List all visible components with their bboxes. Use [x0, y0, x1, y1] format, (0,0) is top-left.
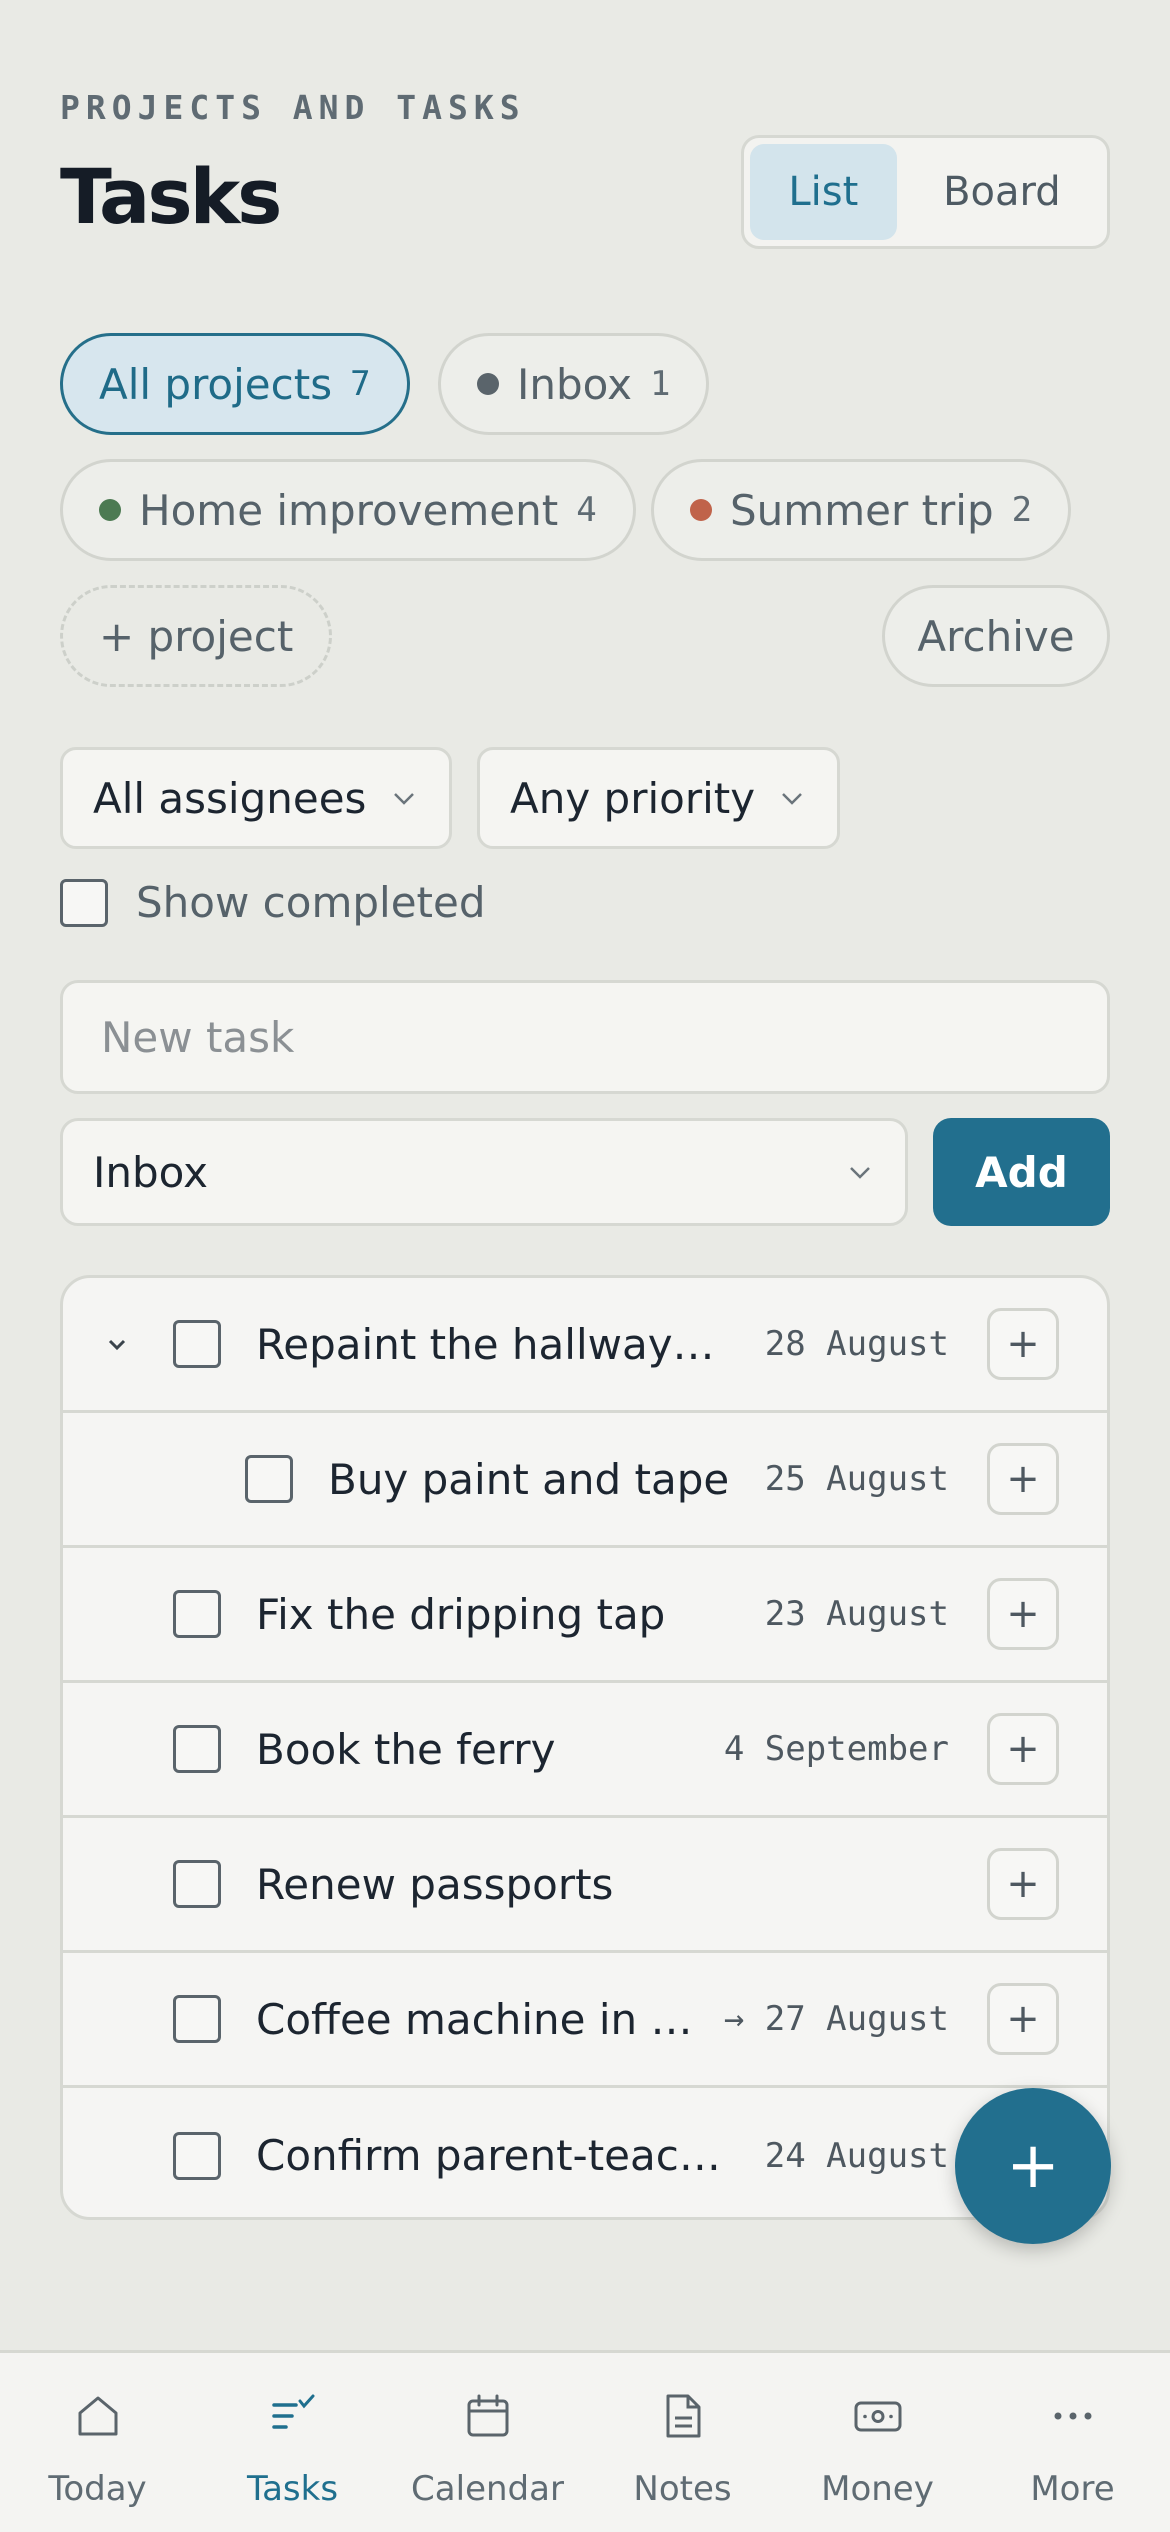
task-checkbox[interactable]	[173, 1860, 221, 1908]
calendar-icon	[467, 2394, 509, 2437]
tab-tasks[interactable]: Tasks	[195, 2353, 390, 2532]
task-due-date: 4 September	[723, 1729, 949, 1769]
tab-calendar[interactable]: Calendar	[390, 2353, 585, 2532]
assignee-filter-value: All assignees	[93, 773, 367, 823]
tab-money[interactable]: Money	[780, 2353, 975, 2532]
task-checkbox[interactable]	[173, 1725, 221, 1773]
task-due-date: 28 August	[764, 1324, 949, 1364]
collapse-chevron-icon[interactable]	[97, 1324, 137, 1364]
home-icon	[78, 2396, 118, 2436]
task-due-date: 25 August	[764, 1459, 949, 1499]
view-board-button[interactable]: Board	[903, 144, 1101, 240]
task-checkbox[interactable]	[173, 1995, 221, 2043]
task-checkbox[interactable]	[173, 2131, 221, 2180]
show-completed-checkbox[interactable]	[60, 878, 108, 927]
task-row[interactable]: Book the ferry 4 September +	[63, 1683, 1107, 1818]
project-chip-label: Inbox	[517, 359, 632, 409]
task-checkbox[interactable]	[245, 1455, 293, 1503]
assignee-filter[interactable]: All assignees	[60, 747, 452, 849]
add-subtask-button[interactable]: +	[987, 1713, 1059, 1785]
archive-button[interactable]: Archive	[882, 585, 1110, 687]
project-chip-label: Home improvement	[139, 485, 559, 535]
project-chip-label: Summer trip	[730, 485, 994, 535]
more-icon	[1054, 2412, 1092, 2420]
tab-notes[interactable]: Notes	[585, 2353, 780, 2532]
tab-label: Calendar	[411, 2469, 564, 2509]
show-completed-label: Show completed	[136, 878, 486, 927]
add-subtask-button[interactable]: +	[987, 1578, 1059, 1650]
task-project-select-value: Inbox	[93, 1147, 208, 1197]
tab-label: Tasks	[246, 2469, 339, 2509]
project-chip-label: All projects	[99, 359, 333, 409]
task-row[interactable]: Fix the dripping tap 23 August +	[63, 1548, 1107, 1683]
tab-today[interactable]: Today	[0, 2353, 195, 2532]
task-list: Repaint the hallway… 28 August + Buy pai…	[60, 1275, 1110, 2220]
view-list-button[interactable]: List	[750, 144, 897, 240]
add-project-button[interactable]: + project	[60, 585, 333, 687]
task-row[interactable]: Buy paint and tape 25 August +	[63, 1413, 1107, 1548]
task-project-select[interactable]: Inbox	[60, 1118, 908, 1226]
chevron-down-icon	[782, 793, 802, 805]
chevron-down-icon	[394, 793, 414, 805]
notes-icon	[666, 2394, 701, 2438]
add-subtask-button[interactable]: +	[987, 1848, 1059, 1920]
task-row[interactable]: Confirm parent-teac… 24 August	[63, 2088, 1107, 2217]
task-due-date: → 27 August	[723, 1999, 949, 2039]
task-name[interactable]: Confirm parent-teac…	[256, 2131, 721, 2180]
add-task-button[interactable]: Add	[933, 1118, 1110, 1226]
project-chip-count: 1	[649, 364, 671, 404]
tasks-icon	[272, 2394, 315, 2429]
priority-filter[interactable]: Any priority	[477, 747, 840, 849]
bottom-tab-bar: Today Tasks Calendar Notes Money More	[0, 2350, 1170, 2532]
project-chip-home-improvement[interactable]: Home improvement 4	[60, 459, 636, 561]
task-name[interactable]: Fix the dripping tap	[256, 1590, 665, 1639]
project-chip-count: 7	[350, 364, 371, 404]
new-task-fab[interactable]: +	[955, 2088, 1111, 2244]
project-chip-inbox[interactable]: Inbox 1	[438, 333, 710, 435]
chevron-down-icon	[850, 1167, 870, 1179]
project-chip-count: 2	[1011, 490, 1033, 530]
show-completed-toggle[interactable]: Show completed	[60, 878, 486, 927]
priority-filter-value: Any priority	[510, 773, 756, 823]
tab-more[interactable]: More	[975, 2353, 1170, 2532]
add-subtask-button[interactable]: +	[987, 1983, 1059, 2055]
project-color-dot	[477, 373, 499, 395]
add-subtask-button[interactable]: +	[987, 1443, 1059, 1515]
project-chip-count: 4	[576, 490, 597, 530]
task-name[interactable]: Book the ferry	[256, 1725, 555, 1774]
project-color-dot	[690, 499, 712, 521]
project-chip-summer-trip[interactable]: Summer trip 2	[651, 459, 1072, 561]
task-due-date: 23 August	[764, 1594, 949, 1634]
task-due-date: 24 August	[764, 2135, 949, 2176]
page-title: Tasks	[60, 152, 282, 241]
new-task-input[interactable]: New task	[60, 980, 1110, 1094]
view-toggle: List Board	[741, 135, 1110, 249]
task-checkbox[interactable]	[173, 1590, 221, 1638]
task-name[interactable]: Coffee machine in …	[256, 1995, 692, 2044]
money-icon	[854, 2401, 902, 2432]
tab-label: Money	[821, 2469, 934, 2509]
task-row[interactable]: Coffee machine in … → 27 August +	[63, 1953, 1107, 2088]
add-subtask-button[interactable]: +	[987, 1308, 1059, 1380]
task-checkbox[interactable]	[173, 1320, 221, 1368]
task-row[interactable]: Renew passports +	[63, 1818, 1107, 1953]
task-name[interactable]: Renew passports	[256, 1860, 613, 1909]
tab-label: Today	[48, 2469, 147, 2509]
task-name[interactable]: Buy paint and tape	[328, 1455, 729, 1504]
task-row[interactable]: Repaint the hallway… 28 August +	[63, 1278, 1107, 1413]
page-eyebrow: PROJECTS AND TASKS	[60, 88, 526, 127]
task-name[interactable]: Repaint the hallway…	[256, 1320, 715, 1369]
project-chip-all[interactable]: All projects 7	[60, 333, 410, 435]
tab-label: Notes	[633, 2469, 732, 2509]
project-color-dot	[99, 499, 121, 521]
tab-label: More	[1030, 2469, 1115, 2509]
